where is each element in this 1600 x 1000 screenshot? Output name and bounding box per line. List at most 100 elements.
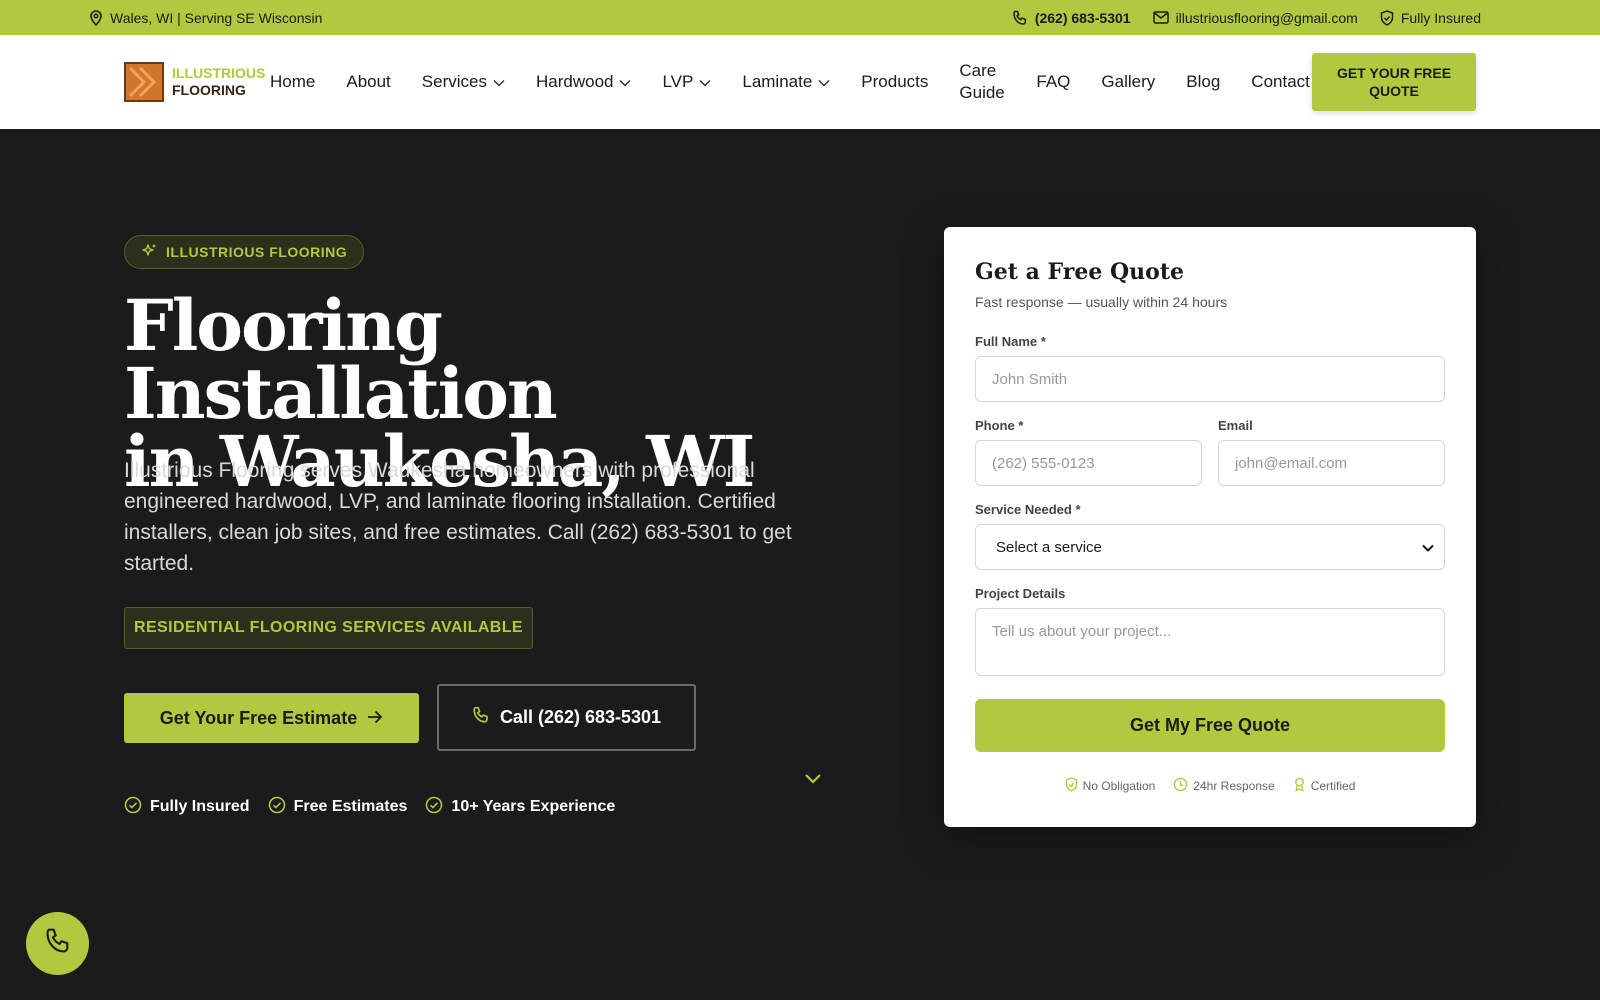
trust-item: Free Estimates	[268, 796, 408, 819]
topbar-phone[interactable]: (262) 683-5301	[1012, 10, 1131, 26]
nav-laminate-label: Laminate	[742, 72, 813, 91]
project-details-label: Project Details	[975, 586, 1066, 601]
nav-laminate[interactable]: Laminate	[742, 72, 830, 92]
nav-home-label: Home	[270, 72, 316, 91]
floating-call-button[interactable]	[26, 912, 89, 975]
hero-badge: ILLUSTRIOUS FLOORING	[124, 235, 365, 269]
assurance-item: No Obligation	[1065, 777, 1156, 795]
nav-gallery-label: Gallery	[1101, 72, 1156, 91]
chevron-down-icon	[818, 72, 830, 92]
nav-blog-label: Blog	[1186, 72, 1221, 91]
topbar-phone-text: (262) 683-5301	[1034, 9, 1131, 26]
nav-care-guide-label: Care Guide	[959, 61, 1005, 102]
main-nav: Home About Services Hardwood LVP Laminat…	[270, 35, 1310, 129]
assurance-label: No Obligation	[1082, 779, 1156, 793]
check-circle-icon	[268, 796, 286, 819]
logo[interactable]: ILLUSTRIOUS FLOORING	[124, 62, 265, 102]
nav-services[interactable]: Services	[422, 72, 505, 92]
map-pin-icon	[89, 9, 103, 26]
phone-icon	[44, 927, 72, 960]
hero-badge-text: ILLUSTRIOUS FLOORING	[166, 244, 348, 260]
assurance-item: Certified	[1293, 777, 1356, 795]
nav-contact-label: Contact	[1251, 72, 1310, 91]
topbar-insured: Fully Insured	[1380, 10, 1481, 26]
service-select[interactable]: Select a service	[975, 524, 1445, 570]
form-subtitle: Fast response — usually within 24 hours	[975, 294, 1228, 310]
check-circle-icon	[425, 796, 443, 819]
chevron-down-icon	[619, 72, 632, 92]
phone-icon	[1012, 10, 1028, 26]
nav-faq-label: FAQ	[1036, 72, 1071, 91]
nav-products[interactable]: Products	[861, 72, 928, 92]
shield-icon	[1380, 9, 1394, 26]
call-button[interactable]: Call (262) 683-5301	[437, 684, 696, 751]
chevron-down-icon	[493, 72, 505, 92]
topbar-email[interactable]: illustriousflooring@gmail.com	[1152, 9, 1358, 26]
nav-care-guide[interactable]: Care Guide	[959, 60, 1005, 104]
phone-icon	[472, 706, 490, 729]
logo-line-1: ILLUSTRIOUS	[172, 65, 266, 81]
phone-label: Phone *	[975, 418, 1024, 433]
quote-form-card: Get a Free Quote Fast response — usually…	[944, 227, 1476, 827]
submit-quote-button[interactable]: Get My Free Quote	[975, 699, 1445, 752]
header-quote-button[interactable]: GET YOUR FREE QUOTE	[1312, 53, 1476, 111]
award-icon	[1293, 777, 1306, 795]
call-button-label: Call (262) 683-5301	[499, 707, 662, 727]
service-label: Service Needed *	[975, 502, 1081, 517]
hero-title-line-1: Flooring Installation	[124, 284, 558, 435]
trust-item: 10+ Years Experience	[425, 796, 615, 819]
nav-faq[interactable]: FAQ	[1036, 72, 1070, 92]
scroll-down-icon[interactable]	[804, 772, 822, 790]
nav-lvp-label: LVP	[662, 72, 694, 91]
check-circle-icon	[124, 796, 142, 819]
nav-about[interactable]: About	[346, 72, 390, 92]
nav-lvp[interactable]: LVP	[662, 72, 711, 92]
nav-about-label: About	[346, 72, 391, 91]
email-input[interactable]: john@email.com	[1218, 440, 1445, 486]
trust-label: 10+ Years Experience	[451, 798, 616, 815]
phone-input[interactable]: (262) 555-0123	[975, 440, 1202, 486]
mail-icon	[1152, 11, 1169, 24]
service-select-value: Select a service	[996, 538, 1102, 556]
logo-text: ILLUSTRIOUS FLOORING	[172, 65, 265, 99]
services-available-badge: RESIDENTIAL FLOORING SERVICES AVAILABLE	[124, 607, 533, 649]
nav-hardwood-label: Hardwood	[535, 72, 614, 91]
trust-indicators: Fully Insured Free Estimates 10+ Years E…	[124, 796, 615, 818]
nav-gallery[interactable]: Gallery	[1101, 72, 1155, 92]
assurance-item: 24hr Response	[1173, 777, 1275, 795]
free-estimate-button[interactable]: Get Your Free Estimate	[124, 693, 419, 743]
nav-products-label: Products	[861, 72, 929, 91]
full-name-input[interactable]: John Smith	[975, 356, 1445, 402]
full-name-label: Full Name *	[975, 334, 1046, 349]
location-info: Wales, WI | Serving SE Wisconsin	[89, 0, 322, 35]
email-label: Email	[1218, 418, 1253, 433]
sparkle-icon	[141, 243, 157, 262]
free-estimate-label: Get Your Free Estimate	[159, 707, 358, 728]
arrow-right-icon	[367, 708, 383, 729]
chevron-down-icon	[1422, 539, 1434, 556]
form-assurances: No Obligation 24hr Response Certified	[944, 777, 1476, 795]
top-bar: Wales, WI | Serving SE Wisconsin (262) 6…	[0, 0, 1600, 35]
nav-blog[interactable]: Blog	[1186, 72, 1220, 92]
nav-contact[interactable]: Contact	[1251, 72, 1310, 92]
nav-hardwood[interactable]: Hardwood	[536, 72, 632, 92]
logo-line-2: FLOORING	[172, 82, 246, 98]
nav-home[interactable]: Home	[270, 72, 315, 92]
topbar-insured-text: Fully Insured	[1400, 9, 1481, 26]
site-header: ILLUSTRIOUS FLOORING Home About Services…	[0, 35, 1600, 129]
trust-label: Free Estimates	[293, 798, 408, 815]
logo-mark-icon	[124, 62, 164, 102]
chevron-down-icon	[699, 72, 711, 92]
assurance-label: 24hr Response	[1193, 779, 1275, 793]
form-title: Get a Free Quote	[975, 259, 1184, 285]
shield-check-icon	[1065, 777, 1078, 795]
assurance-label: Certified	[1310, 779, 1356, 793]
project-details-textarea[interactable]: Tell us about your project...	[975, 608, 1445, 676]
clock-icon	[1173, 777, 1188, 795]
hero-description: Illustrious Flooring serves Waukesha hom…	[124, 459, 792, 575]
location-text: Wales, WI | Serving SE Wisconsin	[110, 9, 323, 26]
trust-item: Fully Insured	[124, 796, 250, 819]
nav-services-label: Services	[421, 72, 487, 91]
trust-label: Fully Insured	[150, 798, 250, 815]
topbar-email-text: illustriousflooring@gmail.com	[1175, 9, 1358, 26]
